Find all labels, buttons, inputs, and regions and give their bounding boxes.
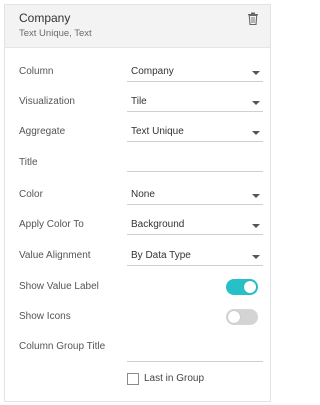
aggregate-row: Aggregate Text Unique — [5, 123, 270, 143]
visualization-label: Visualization — [19, 96, 75, 107]
color-select[interactable]: None — [127, 186, 263, 205]
column-group-title-label: Column Group Title — [19, 341, 106, 352]
column-row: Column Company — [5, 63, 270, 83]
aggregate-label: Aggregate — [19, 126, 66, 137]
apply-color-to-value: Background — [131, 219, 185, 230]
show-icons-label: Show Icons — [19, 311, 71, 322]
toggle-knob — [228, 311, 240, 323]
panel-title: Company — [19, 11, 71, 25]
visualization-row: Visualization Tile — [5, 93, 270, 113]
apply-color-to-label: Apply Color To — [19, 219, 84, 230]
last-in-group-label[interactable]: Last in Group — [144, 373, 204, 384]
color-label: Color — [19, 189, 43, 200]
column-group-title-row: Column Group Title — [5, 338, 270, 362]
apply-color-to-row: Apply Color To Background — [5, 216, 270, 236]
show-value-label-label: Show Value Label — [19, 281, 99, 292]
last-in-group-row: Last in Group — [5, 371, 270, 391]
panel-subtitle: Text Unique, Text — [19, 28, 92, 39]
chevron-down-icon — [252, 101, 260, 105]
show-value-label-toggle[interactable] — [226, 279, 258, 295]
chevron-down-icon — [252, 71, 260, 75]
last-in-group-checkbox[interactable] — [127, 373, 139, 385]
trash-icon[interactable] — [247, 12, 259, 25]
column-group-title-input[interactable] — [127, 344, 263, 362]
show-value-label-row: Show Value Label — [5, 278, 270, 298]
panel-header: Company Text Unique, Text — [5, 5, 270, 48]
column-settings-panel: Company Text Unique, Text Column Company… — [4, 4, 271, 402]
aggregate-value: Text Unique — [131, 126, 184, 137]
visualization-select[interactable]: Tile — [127, 93, 263, 112]
visualization-value: Tile — [131, 96, 147, 107]
toggle-knob — [244, 281, 256, 293]
value-alignment-row: Value Alignment By Data Type — [5, 247, 270, 267]
title-input[interactable] — [127, 154, 263, 172]
title-row: Title — [5, 154, 270, 174]
show-icons-row: Show Icons — [5, 308, 270, 328]
apply-color-to-select[interactable]: Background — [127, 216, 263, 235]
chevron-down-icon — [252, 194, 260, 198]
color-row: Color None — [5, 186, 270, 206]
column-label: Column — [19, 66, 54, 77]
color-value: None — [131, 189, 155, 200]
value-alignment-label: Value Alignment — [19, 250, 91, 261]
chevron-down-icon — [252, 224, 260, 228]
title-label: Title — [19, 157, 38, 168]
chevron-down-icon — [252, 131, 260, 135]
value-alignment-value: By Data Type — [131, 250, 191, 261]
column-select[interactable]: Company — [127, 63, 263, 82]
chevron-down-icon — [252, 255, 260, 259]
column-value: Company — [131, 66, 174, 77]
show-icons-toggle[interactable] — [226, 309, 258, 325]
aggregate-select[interactable]: Text Unique — [127, 123, 263, 142]
value-alignment-select[interactable]: By Data Type — [127, 247, 263, 266]
